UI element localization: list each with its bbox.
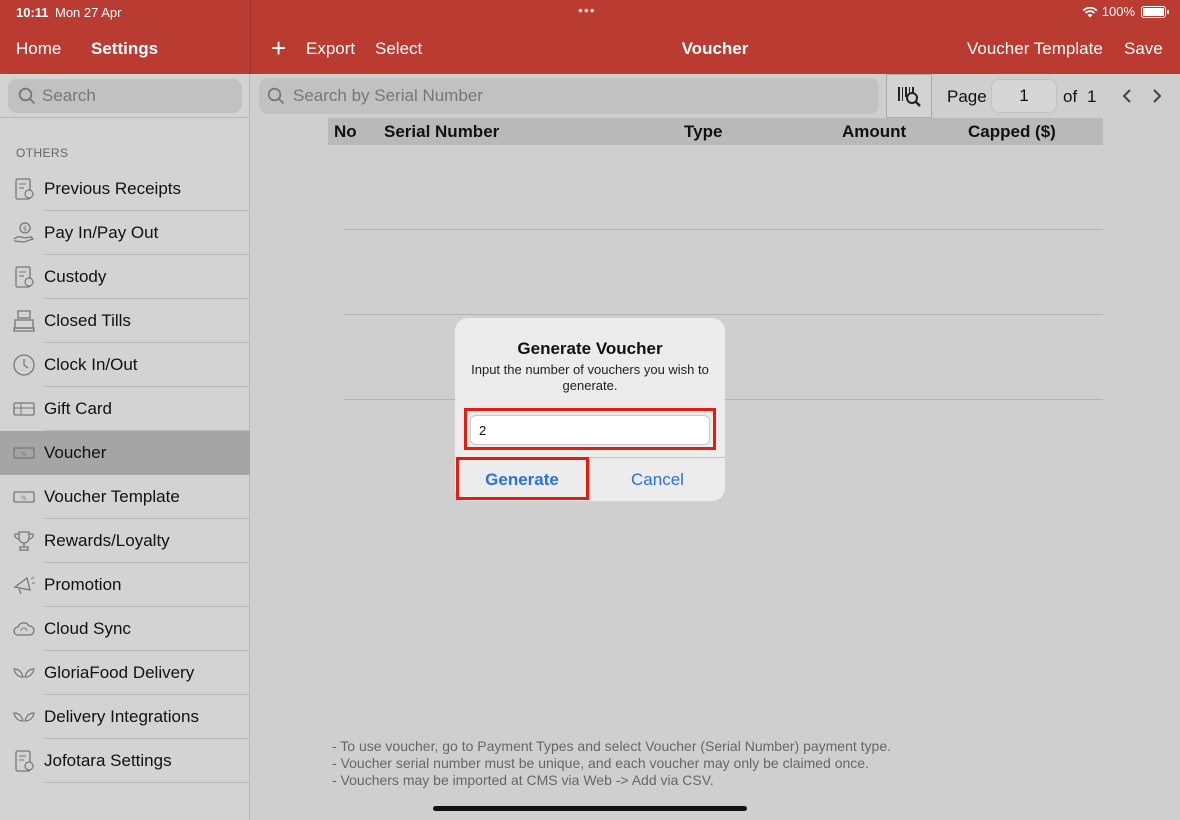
sidebar-item-cloud-sync[interactable]: Cloud Sync xyxy=(0,607,250,651)
footnote: - Voucher serial number must be unique, … xyxy=(332,755,869,771)
barcode-scan-button[interactable] xyxy=(886,74,932,118)
leaf-icon xyxy=(0,651,44,695)
status-date: Mon 27 Apr xyxy=(55,5,122,20)
svg-text:$: $ xyxy=(23,225,27,233)
sidebar-item-clock-in-out[interactable]: Clock In/Out xyxy=(0,343,250,387)
sidebar-item-label: Cloud Sync xyxy=(44,619,131,638)
serial-search-input[interactable]: Search by Serial Number xyxy=(259,78,879,114)
gift-card-icon xyxy=(0,387,44,431)
page-number-input[interactable]: 1 xyxy=(991,79,1057,113)
barcode-search-icon xyxy=(898,87,921,107)
clock-icon xyxy=(0,343,44,387)
sidebar-item-label: Rewards/Loyalty xyxy=(44,531,170,550)
sidebar-item-label: Closed Tills xyxy=(44,311,131,330)
sidebar-item-label: Voucher xyxy=(44,443,107,462)
sidebar-item-label: Gift Card xyxy=(44,399,113,418)
leaf-icon xyxy=(0,695,44,739)
row-divider xyxy=(344,229,1103,230)
status-indicators: 100% xyxy=(1082,4,1169,19)
column-header-capped: Capped ($) xyxy=(968,122,1056,141)
sidebar-search-input[interactable]: Search xyxy=(8,79,242,113)
generate-highlight-box xyxy=(456,457,589,500)
sidebar-item-promotion[interactable]: Promotion xyxy=(0,563,250,607)
top-bar: 10:11 Mon 27 Apr ••• 100% Home Settings … xyxy=(0,0,1180,74)
sidebar-item-label: Clock In/Out xyxy=(44,355,138,374)
page-total: 1 xyxy=(1087,87,1097,106)
column-header-amount: Amount xyxy=(842,122,907,141)
trophy-icon xyxy=(0,519,44,563)
sidebar-item-label: Custody xyxy=(44,267,107,286)
multitasking-dots-icon[interactable]: ••• xyxy=(578,2,596,18)
sidebar-item-label: Previous Receipts xyxy=(44,179,182,198)
select-button[interactable]: Select xyxy=(375,39,422,59)
sidebar-list: Previous Receipts $ Pay In/Pay Out Custo… xyxy=(0,167,250,783)
table-header: No Serial Number Type Amount Capped ($) xyxy=(328,118,1103,145)
sidebar-item-previous-receipts[interactable]: Previous Receipts xyxy=(0,167,250,211)
search-icon xyxy=(267,87,285,105)
sidebar-item-rewards-loyalty[interactable]: Rewards/Loyalty xyxy=(0,519,250,563)
sidebar-item-voucher[interactable]: % Voucher xyxy=(0,431,250,475)
column-header-serial-number: Serial Number xyxy=(384,122,500,141)
battery-icon xyxy=(1141,5,1169,18)
svg-text:%: % xyxy=(21,451,27,458)
column-header-type: Type xyxy=(684,122,723,141)
export-button[interactable]: Export xyxy=(306,39,355,59)
sidebar-item-label: Delivery Integrations xyxy=(44,707,199,726)
home-button[interactable]: Home xyxy=(16,39,61,59)
sidebar: Search OTHERS Previous Receipts $ Pay In… xyxy=(0,74,250,820)
sidebar-item-closed-tills[interactable]: Closed Tills xyxy=(0,299,250,343)
sidebar-item-gloriafood-delivery[interactable]: GloriaFood Delivery xyxy=(0,651,250,695)
page-of-label: of xyxy=(1063,87,1078,106)
save-button[interactable]: Save xyxy=(1124,39,1163,59)
sidebar-item-voucher-template[interactable]: % Voucher Template xyxy=(0,475,250,519)
page-title: Voucher xyxy=(681,39,749,58)
dialog-title: Generate Voucher xyxy=(517,339,663,358)
chevron-left-icon[interactable] xyxy=(1120,87,1134,110)
receipt-icon xyxy=(0,739,44,783)
wifi-icon xyxy=(1082,6,1098,17)
page-label: Page xyxy=(947,87,987,106)
divider xyxy=(0,117,250,118)
search-icon xyxy=(18,87,36,105)
money-hand-icon: $ xyxy=(0,211,44,255)
header-divider xyxy=(250,0,251,74)
sidebar-item-jofotara-settings[interactable]: Jofotara Settings xyxy=(0,739,250,783)
sidebar-item-label: Promotion xyxy=(44,575,122,594)
dialog-message: Input the number of vouchers you wish to… xyxy=(471,362,709,393)
settings-title: Settings xyxy=(91,39,159,58)
voucher-icon: % xyxy=(0,431,44,475)
receipt-icon xyxy=(0,255,44,299)
chevron-right-icon[interactable] xyxy=(1150,87,1164,110)
serial-search-placeholder: Search by Serial Number xyxy=(293,86,483,105)
voucher-template-button[interactable]: Voucher Template xyxy=(967,39,1103,59)
sidebar-search-placeholder: Search xyxy=(42,86,96,105)
column-header-no: No xyxy=(334,122,357,141)
sidebar-item-label: Jofotara Settings xyxy=(44,751,172,770)
footnotes: - To use voucher, go to Payment Types an… xyxy=(332,738,891,789)
section-header-others: OTHERS xyxy=(16,146,69,160)
status-time: 10:11 xyxy=(16,5,49,20)
sidebar-item-label: Pay In/Pay Out xyxy=(44,223,159,242)
sidebar-item-custody[interactable]: Custody xyxy=(0,255,250,299)
input-highlight-box xyxy=(464,408,716,450)
add-icon[interactable]: + xyxy=(271,35,286,61)
voucher-template-icon: % xyxy=(0,475,44,519)
sidebar-item-gift-card[interactable]: Gift Card xyxy=(0,387,250,431)
sidebar-item-delivery-integrations[interactable]: Delivery Integrations xyxy=(0,695,250,739)
svg-text:%: % xyxy=(21,495,27,502)
sidebar-item-label: GloriaFood Delivery xyxy=(44,663,195,682)
receipt-icon xyxy=(0,167,44,211)
home-indicator[interactable] xyxy=(433,806,747,811)
generate-voucher-dialog: Generate Voucher Input the number of vou… xyxy=(455,318,725,501)
cloud-sync-icon xyxy=(0,607,44,651)
cancel-button[interactable]: Cancel xyxy=(590,458,725,501)
footnote: - Vouchers may be imported at CMS via We… xyxy=(332,772,714,788)
megaphone-icon xyxy=(0,563,44,607)
row-divider xyxy=(344,314,1103,315)
battery-percent: 100% xyxy=(1101,4,1135,19)
sidebar-item-pay-in-pay-out[interactable]: $ Pay In/Pay Out xyxy=(0,211,250,255)
footnote: - To use voucher, go to Payment Types an… xyxy=(332,738,892,754)
sidebar-item-label: Voucher Template xyxy=(44,487,180,506)
cash-register-icon xyxy=(0,299,44,343)
